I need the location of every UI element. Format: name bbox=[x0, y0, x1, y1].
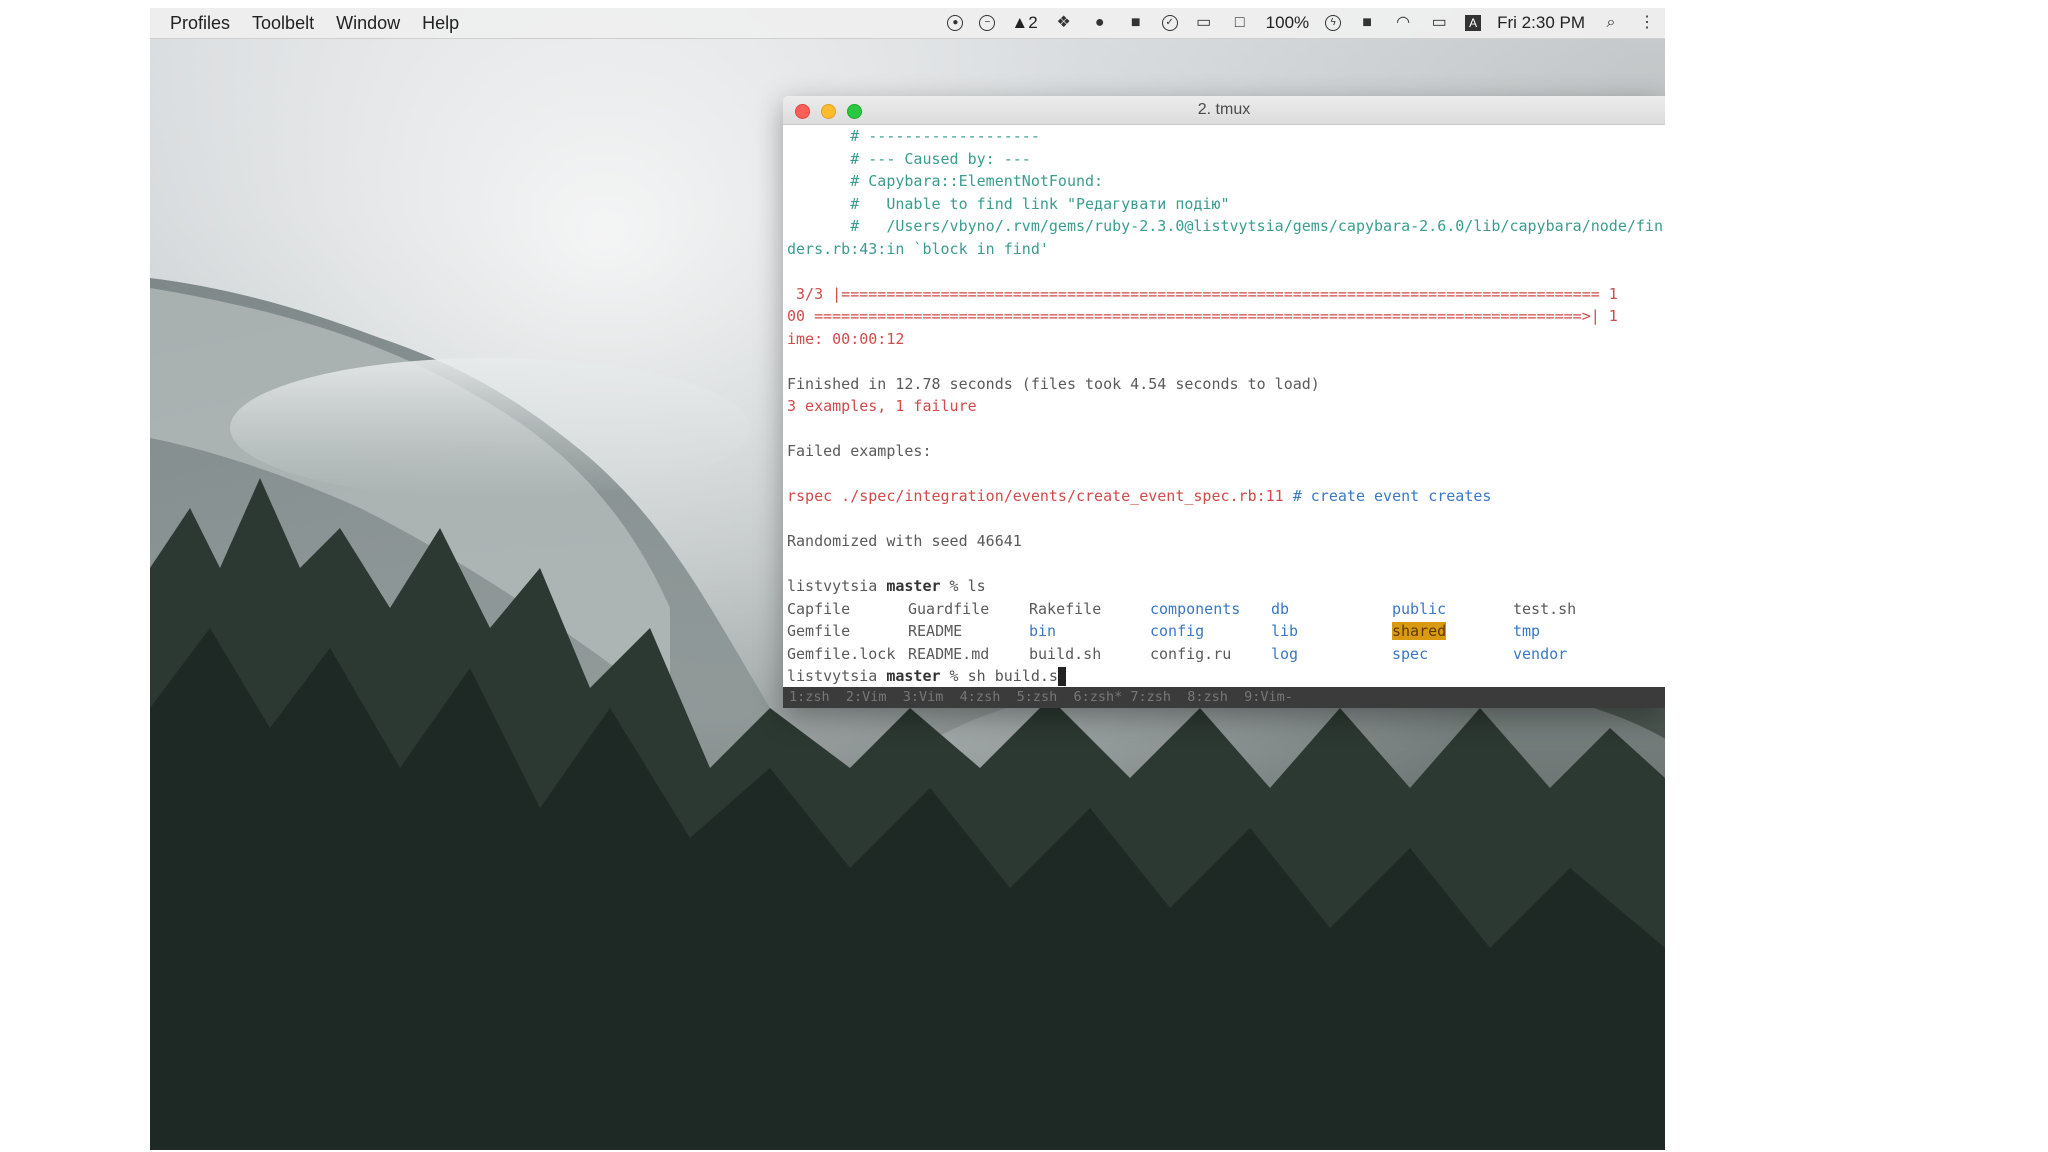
app-menu: Profiles Toolbelt Window Help bbox=[160, 13, 471, 34]
prompt-branch: master bbox=[886, 667, 941, 685]
menu-profiles[interactable]: Profiles bbox=[160, 13, 242, 34]
terminal-line: Failed examples: bbox=[787, 442, 932, 460]
ls-entry-shared: shared bbox=[1392, 622, 1447, 640]
ls-entry: vendor bbox=[1513, 644, 1568, 663]
ls-entry: README.md bbox=[908, 644, 990, 663]
progress-line: 00 =====================================… bbox=[787, 307, 1618, 325]
battery-icon[interactable]: ▭ bbox=[1429, 14, 1449, 32]
menu-toolbelt[interactable]: Toolbelt bbox=[242, 13, 326, 34]
do-not-disturb-icon[interactable]: − bbox=[979, 15, 996, 31]
rspec-command: rspec ./spec/integration/events/create_e… bbox=[787, 487, 1284, 505]
desktop: Profiles Toolbelt Window Help ● − ▲2 ❖ ●… bbox=[150, 8, 1665, 1150]
terminal-window[interactable]: 2. tmux # ------------------- # --- Caus… bbox=[783, 96, 1665, 708]
folder-icon[interactable]: ■ bbox=[1357, 14, 1377, 32]
prompt-line-current[interactable]: listvytsia master % sh build.s bbox=[787, 665, 1665, 688]
check-icon[interactable]: ✓ bbox=[1161, 15, 1178, 31]
ls-entry: test.sh bbox=[1513, 599, 1577, 618]
lastpass-icon[interactable]: ● bbox=[1090, 14, 1110, 32]
prompt-branch: master bbox=[886, 577, 941, 595]
ls-entry: Capfile bbox=[787, 599, 851, 618]
window-icon[interactable]: □ bbox=[1230, 14, 1250, 32]
clock[interactable]: Fri 2:30 PM bbox=[1497, 13, 1585, 33]
menu-window[interactable]: Window bbox=[326, 13, 412, 34]
ls-entry: spec bbox=[1392, 644, 1429, 663]
terminal-line: ders.rb:43:in `block in find' bbox=[787, 239, 1049, 258]
prompt-symbol: % bbox=[940, 667, 968, 685]
ls-entry: tmp bbox=[1513, 622, 1541, 640]
ls-entry: log bbox=[1271, 644, 1299, 663]
current-command-input[interactable]: sh build.s bbox=[968, 667, 1058, 685]
terminal-line: # ------------------- bbox=[787, 127, 1040, 145]
window-title: 2. tmux bbox=[1197, 101, 1251, 118]
battery-charge-icon[interactable]: ϟ bbox=[1325, 15, 1342, 31]
terminal-line: ime: 00:00:12 bbox=[787, 329, 905, 348]
window-titlebar[interactable]: 2. tmux bbox=[783, 96, 1665, 125]
tmux-status-bar[interactable]: 1:zsh 2:Vim 3:Vim 4:zsh 5:zsh 6:zsh* 7:z… bbox=[783, 687, 1665, 708]
terminal-line: Randomized with seed 46641 bbox=[787, 532, 1022, 550]
ls-entry: README bbox=[908, 622, 963, 640]
keyboard-input-icon[interactable]: A bbox=[1465, 15, 1482, 31]
terminal-line: # /Users/vbyno/.rvm/gems/ruby-2.3.0@list… bbox=[787, 217, 1663, 235]
more-icon[interactable]: ⋮ bbox=[1637, 14, 1657, 32]
status-menu-icons: ● − ▲2 ❖ ● ■ ✓ ▭ □ 100% ϟ ■ ◠ ▭ A Fri 2:… bbox=[947, 8, 1665, 38]
menu-bar: Profiles Toolbelt Window Help ● − ▲2 ❖ ●… bbox=[150, 8, 1665, 39]
rspec-comment: # create event creates bbox=[1283, 487, 1492, 505]
terminal-output[interactable]: # ------------------- # --- Caused by: -… bbox=[783, 125, 1665, 687]
terminal-line: # --- Caused by: --- bbox=[787, 149, 1031, 168]
prompt-user: listvytsia bbox=[787, 667, 878, 685]
ls-row: Capfile Guardfile Rakefile components db publ… bbox=[787, 598, 1665, 621]
ls-row: Gemfile README bin config lib shared tmp bbox=[787, 620, 1665, 643]
progress-line: 3/3 |===================================… bbox=[787, 284, 1618, 303]
ls-entry: Rakefile bbox=[1029, 599, 1102, 618]
adobe-badge-count: 2 bbox=[1028, 13, 1038, 32]
wifi-icon[interactable]: ◠ bbox=[1393, 14, 1413, 32]
prompt-line: listvytsia master % ls bbox=[787, 575, 1665, 598]
ls-row: Gemfile.lock README.md build.sh config.ru lo… bbox=[787, 643, 1665, 666]
terminal-line: # Capybara::ElementNotFound: bbox=[787, 172, 1104, 190]
terminal-line: # Unable to find link "Редагувати подію" bbox=[787, 194, 1230, 213]
prompt-symbol: % bbox=[940, 577, 968, 595]
ls-entry: Gemfile.lock bbox=[787, 644, 896, 663]
evernote-icon[interactable]: ■ bbox=[1126, 14, 1146, 32]
prompt-command: ls bbox=[967, 577, 986, 595]
ls-entry: build.sh bbox=[1029, 644, 1102, 663]
menu-help[interactable]: Help bbox=[412, 13, 471, 34]
dropbox-icon[interactable]: ❖ bbox=[1054, 14, 1074, 32]
record-icon[interactable]: ● bbox=[947, 15, 964, 31]
spotlight-search-icon[interactable]: ⌕ bbox=[1601, 14, 1621, 32]
ls-entry: config.ru bbox=[1150, 644, 1232, 663]
ls-entry: public bbox=[1392, 599, 1447, 618]
prompt-user: listvytsia bbox=[787, 577, 878, 595]
rspec-failure-line: rspec ./spec/integration/events/create_e… bbox=[787, 485, 1665, 508]
ls-entry: Gemfile bbox=[787, 622, 851, 640]
ls-entry: lib bbox=[1271, 622, 1299, 640]
ls-entry: bin bbox=[1029, 622, 1057, 640]
terminal-line: 3 examples, 1 failure bbox=[787, 397, 977, 415]
ls-entry: config bbox=[1150, 622, 1205, 640]
adobe-icon-badge[interactable]: ▲2 bbox=[1011, 13, 1037, 33]
display-icon[interactable]: ▭ bbox=[1194, 14, 1214, 32]
ls-entry: db bbox=[1271, 599, 1290, 618]
ls-entry: components bbox=[1150, 599, 1241, 618]
terminal-line: Finished in 12.78 seconds (files took 4.… bbox=[787, 374, 1320, 393]
text-cursor bbox=[1057, 667, 1066, 686]
battery-percent[interactable]: 100% bbox=[1266, 13, 1309, 33]
ls-entry-highlighted: shared bbox=[1392, 620, 1513, 643]
ls-entry: Guardfile bbox=[908, 599, 990, 618]
